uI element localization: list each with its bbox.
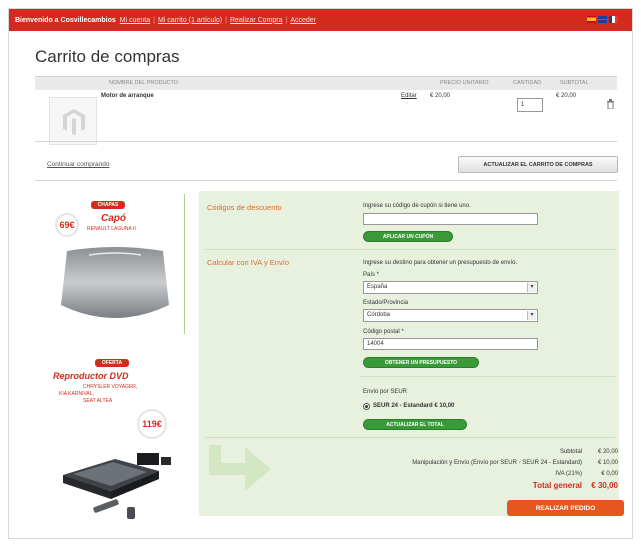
region-value: Córdoba — [367, 312, 391, 318]
shipping-prompt: Ingrese su destino para obtener un presu… — [363, 260, 518, 266]
promo-price: 69€ — [55, 213, 79, 237]
grand-total-label: Total general — [532, 481, 582, 490]
promo-badge: CHAPAS — [91, 201, 125, 209]
discount-prompt: Ingrese su código de cupón si tiene uno. — [363, 203, 471, 209]
shipping-method-title: Envío por SEUR — [363, 389, 408, 395]
header-qty: CANTIDAD — [513, 80, 542, 86]
spain-flag-icon[interactable] — [587, 16, 596, 23]
discount-section-title: Códigos de descuento — [207, 203, 282, 212]
edit-link[interactable]: Editar — [401, 93, 417, 99]
separator: | — [285, 16, 288, 24]
quantity-input[interactable]: 1 — [517, 98, 543, 112]
promo-title: Capó — [101, 213, 126, 224]
france-flag-icon[interactable] — [609, 16, 618, 23]
update-total-button[interactable]: ACTUALIZAR EL TOTAL — [363, 419, 467, 430]
zip-input[interactable]: 14004 — [363, 338, 538, 350]
separator: | — [225, 16, 227, 24]
row-subtotal: € 20,00 — [556, 93, 577, 99]
magento-logo-icon — [63, 109, 85, 135]
tax-label: IVA (21%) — [555, 471, 582, 477]
link-checkout[interactable]: Realizar Compra — [230, 17, 283, 24]
divider — [35, 180, 617, 181]
continue-shopping-link[interactable]: Continuar comprando — [47, 161, 110, 168]
dvd-player-image — [63, 453, 171, 519]
page-title: Carrito de compras — [35, 47, 180, 66]
promo-subtitle: RENAULT LAGUNA II — [87, 226, 136, 232]
link-login[interactable]: Acceder — [290, 17, 316, 24]
promo-line: SEAT ALTEA — [83, 398, 113, 404]
promo-title: Reproductor DVD — [53, 371, 129, 381]
divider — [184, 194, 185, 334]
promo-banner-hood[interactable]: CHAPAS 69€ Capó RENAULT LAGUNA II — [45, 199, 179, 339]
separator: | — [153, 16, 155, 24]
region-select[interactable]: Córdoba ▾ — [363, 309, 538, 322]
subtotal-value: € 20,00 — [597, 449, 618, 455]
grand-total-value: € 30,00 — [591, 481, 618, 490]
language-flags — [587, 16, 618, 23]
trash-icon[interactable] — [606, 99, 615, 109]
zip-label: Código postal * — [363, 329, 404, 335]
divider — [35, 141, 617, 142]
promo-banner-dvd[interactable]: OFERTA Reproductor DVD CHRYSLER VOYAGER,… — [45, 359, 179, 531]
subtotal-label: Subtotal — [559, 449, 582, 455]
promo-price: 119€ — [137, 409, 167, 439]
coupon-input[interactable] — [363, 213, 538, 225]
product-name[interactable]: Motor de arranque — [101, 93, 154, 99]
shipping-method-option: SEUR 24 - Estandard € 10,00 — [373, 403, 455, 409]
country-label: País * — [363, 272, 380, 278]
country-value: España — [367, 284, 388, 290]
cart-table-header: NOMBRE DEL PRODUCTO PRECIO UNITARIO CANT… — [35, 76, 617, 90]
promo-line: CHRYSLER VOYAGER, — [83, 384, 138, 390]
divider — [359, 376, 615, 377]
region-label: Estado/Provincia — [363, 300, 409, 306]
chevron-down-icon: ▾ — [527, 283, 536, 292]
welcome-text: Bienvenido a Cosvillecambios — [15, 16, 116, 24]
page-frame: Bienvenido a Cosvillecambios Mi cuenta |… — [8, 8, 633, 539]
product-thumbnail[interactable] — [49, 97, 97, 145]
shipping-total-label: Manipulación y Envío (Envío por SEUR - S… — [412, 460, 582, 466]
apply-coupon-button[interactable]: APLICAR UN CUPÓN — [363, 231, 453, 242]
country-select[interactable]: España ▾ — [363, 281, 538, 294]
tax-value: € 0,00 — [601, 471, 618, 477]
promo-badge: OFERTA — [95, 359, 129, 367]
divider — [205, 437, 615, 438]
promo-line: KIA KARNIVAL, — [59, 391, 94, 397]
uk-flag-icon[interactable] — [598, 16, 607, 23]
checkout-button[interactable]: REALIZAR PEDIDO — [507, 500, 624, 516]
get-quote-button[interactable]: OBTENER UN PRESUPUESTO — [363, 357, 479, 368]
decorative-arrow-icon — [209, 445, 271, 491]
chevron-down-icon: ▾ — [527, 311, 536, 320]
header-unit-price: PRECIO UNITARIO — [440, 80, 489, 86]
top-bar: Bienvenido a Cosvillecambios Mi cuenta |… — [9, 9, 632, 31]
shipping-section-title: Calcular con IVA y Envío — [207, 258, 289, 267]
divider — [205, 249, 615, 250]
link-my-account[interactable]: Mi cuenta — [120, 17, 150, 24]
header-subtotal: SUBTOTAL — [560, 80, 589, 86]
shipping-method-radio[interactable] — [363, 403, 370, 410]
link-my-cart[interactable]: Mi carrito (1 artículo) — [158, 17, 222, 24]
header-product: NOMBRE DEL PRODUCTO — [109, 80, 179, 86]
car-hood-image — [61, 247, 169, 318]
update-cart-button[interactable]: ACTUALIZAR EL CARRITO DE COMPRAS — [458, 156, 618, 173]
shipping-total-value: € 10,00 — [597, 460, 618, 466]
unit-price: € 20,00 — [430, 93, 451, 99]
